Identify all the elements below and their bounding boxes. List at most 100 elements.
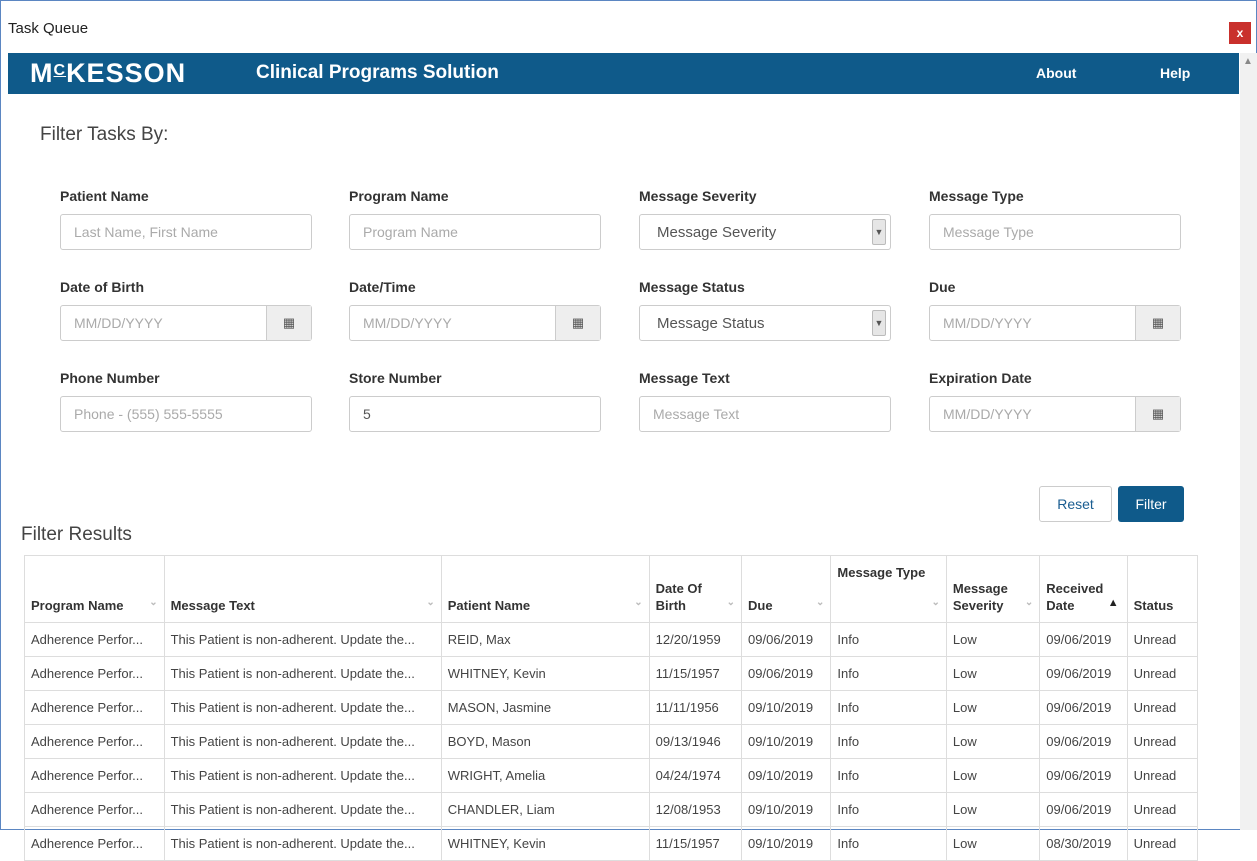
expiration-date-label: Expiration Date	[929, 370, 1032, 386]
message-status-label: Message Status	[639, 279, 745, 295]
store-number-field	[349, 396, 601, 432]
column-header-label: Birth	[655, 598, 686, 613]
chevron-down-icon[interactable]: ⌄	[727, 594, 735, 611]
cell-due: 09/10/2019	[741, 758, 832, 793]
cell-due: 09/10/2019	[741, 792, 832, 827]
calendar-icon[interactable]: ▦	[1135, 397, 1180, 431]
column-header-due[interactable]: Due ⌄	[741, 555, 832, 623]
table-row[interactable]: Adherence Perfor... This Patient is non-…	[24, 724, 1199, 759]
cell-program-name: Adherence Perfor...	[24, 622, 165, 657]
due-field: ▦	[929, 305, 1181, 341]
cell-patient-name: WHITNEY, Kevin	[440, 826, 650, 861]
column-header-status[interactable]: Status	[1126, 555, 1199, 623]
cell-due: 09/10/2019	[741, 826, 832, 861]
cell-status: Unread	[1126, 724, 1199, 759]
cell-due: 09/10/2019	[741, 724, 832, 759]
chevron-down-icon[interactable]: ⌄	[1025, 594, 1033, 611]
chevron-down-icon[interactable]: ⌄	[634, 594, 642, 611]
cell-received-date: 09/06/2019	[1039, 690, 1128, 725]
cell-received-date: 09/06/2019	[1039, 622, 1128, 657]
cell-message-type: Info	[830, 758, 947, 793]
store-number-input[interactable]	[350, 397, 563, 431]
column-header-message-severity[interactable]: Message Severity ⌄	[945, 555, 1041, 623]
patient-name-input[interactable]	[61, 215, 274, 249]
cell-due: 09/06/2019	[741, 622, 832, 657]
caret-down-icon[interactable]: ▼	[872, 219, 886, 245]
cell-program-name: Adherence Perfor...	[24, 656, 165, 691]
cell-received-date: 08/30/2019	[1039, 826, 1128, 861]
chevron-down-icon[interactable]: ⌄	[932, 594, 940, 611]
cell-program-name: Adherence Perfor...	[24, 724, 165, 759]
phone-number-label: Phone Number	[60, 370, 160, 386]
column-header-patient-name[interactable]: Patient Name ⌄	[440, 555, 650, 623]
table-row[interactable]: Adherence Perfor... This Patient is non-…	[24, 690, 1199, 725]
column-header-label: Severity	[952, 598, 1004, 613]
scroll-up-icon[interactable]: ▲	[1243, 56, 1253, 67]
column-header-label: Message	[952, 581, 1008, 596]
patient-name-label: Patient Name	[60, 188, 149, 204]
calendar-icon[interactable]: ▦	[555, 306, 600, 340]
column-header-label: Date	[1046, 598, 1075, 613]
column-header-date-of-birth[interactable]: Date Of Birth ⌄	[648, 555, 743, 623]
date-time-input[interactable]	[350, 306, 563, 340]
cell-patient-name: WHITNEY, Kevin	[440, 656, 650, 691]
chevron-down-icon[interactable]: ⌄	[149, 594, 157, 611]
program-name-field	[349, 214, 601, 250]
table-row[interactable]: Adherence Perfor... This Patient is non-…	[24, 656, 1199, 691]
cell-received-date: 09/06/2019	[1039, 792, 1128, 827]
calendar-icon[interactable]: ▦	[1135, 306, 1180, 340]
cell-patient-name: REID, Max	[440, 622, 650, 657]
cell-status: Unread	[1126, 656, 1199, 691]
nav-about-link[interactable]: About	[1036, 65, 1076, 81]
message-type-input[interactable]	[930, 215, 1143, 249]
nav-help-link[interactable]: Help	[1160, 65, 1190, 81]
date-of-birth-input[interactable]	[61, 306, 274, 340]
table-row[interactable]: Adherence Perfor... This Patient is non-…	[24, 622, 1199, 657]
table-row[interactable]: Adherence Perfor... This Patient is non-…	[24, 792, 1199, 827]
program-name-label: Program Name	[349, 188, 449, 204]
due-label: Due	[929, 279, 956, 295]
cell-patient-name: CHANDLER, Liam	[440, 792, 650, 827]
sort-ascending-icon[interactable]: ▲	[1108, 595, 1119, 612]
caret-down-icon[interactable]: ▼	[872, 310, 886, 336]
vertical-scrollbar[interactable]	[1240, 53, 1257, 830]
table-row[interactable]: Adherence Perfor... This Patient is non-…	[24, 826, 1199, 861]
cell-message-text: This Patient is non-adherent. Update the…	[163, 690, 442, 725]
cell-status: Unread	[1126, 690, 1199, 725]
patient-name-field	[60, 214, 312, 250]
cell-date-of-birth: 11/15/1957	[648, 826, 743, 861]
reset-button[interactable]: Reset	[1039, 486, 1112, 522]
column-header-program-name[interactable]: Program Name ⌄	[24, 555, 165, 623]
cell-message-severity: Low	[945, 656, 1041, 691]
calendar-icon[interactable]: ▦	[266, 306, 311, 340]
due-input[interactable]	[930, 306, 1143, 340]
column-header-message-type[interactable]: Message Type ⌄	[830, 555, 947, 623]
cell-date-of-birth: 11/15/1957	[648, 656, 743, 691]
expiration-date-input[interactable]	[930, 397, 1143, 431]
filter-button[interactable]: Filter	[1118, 486, 1184, 522]
cell-program-name: Adherence Perfor...	[24, 758, 165, 793]
program-name-input[interactable]	[350, 215, 563, 249]
chevron-down-icon[interactable]: ⌄	[816, 594, 824, 611]
column-header-received-date[interactable]: Received Date ▲	[1039, 555, 1128, 623]
chevron-down-icon[interactable]: ⌄	[426, 594, 434, 611]
phone-number-input[interactable]	[61, 397, 274, 431]
table-row[interactable]: Adherence Perfor... This Patient is non-…	[24, 758, 1199, 793]
cell-message-text: This Patient is non-adherent. Update the…	[163, 758, 442, 793]
cell-message-type: Info	[830, 656, 947, 691]
column-header-message-text[interactable]: Message Text ⌄	[163, 555, 442, 623]
message-type-field	[929, 214, 1181, 250]
message-status-select[interactable]: Message Status ▼	[639, 305, 891, 341]
cell-due: 09/10/2019	[741, 690, 832, 725]
cell-program-name: Adherence Perfor...	[24, 826, 165, 861]
cell-patient-name: WRIGHT, Amelia	[440, 758, 650, 793]
close-button[interactable]: x	[1229, 22, 1251, 44]
column-header-label: Status	[1133, 598, 1174, 613]
message-text-input[interactable]	[640, 397, 853, 431]
results-table: Program Name ⌄ Message Text ⌄ Patient Name…	[24, 555, 1199, 861]
cell-due: 09/06/2019	[741, 656, 832, 691]
cell-message-type: Info	[830, 826, 947, 861]
message-severity-select[interactable]: Message Severity ▼	[639, 214, 891, 250]
cell-status: Unread	[1126, 622, 1199, 657]
cell-received-date: 09/06/2019	[1039, 724, 1128, 759]
